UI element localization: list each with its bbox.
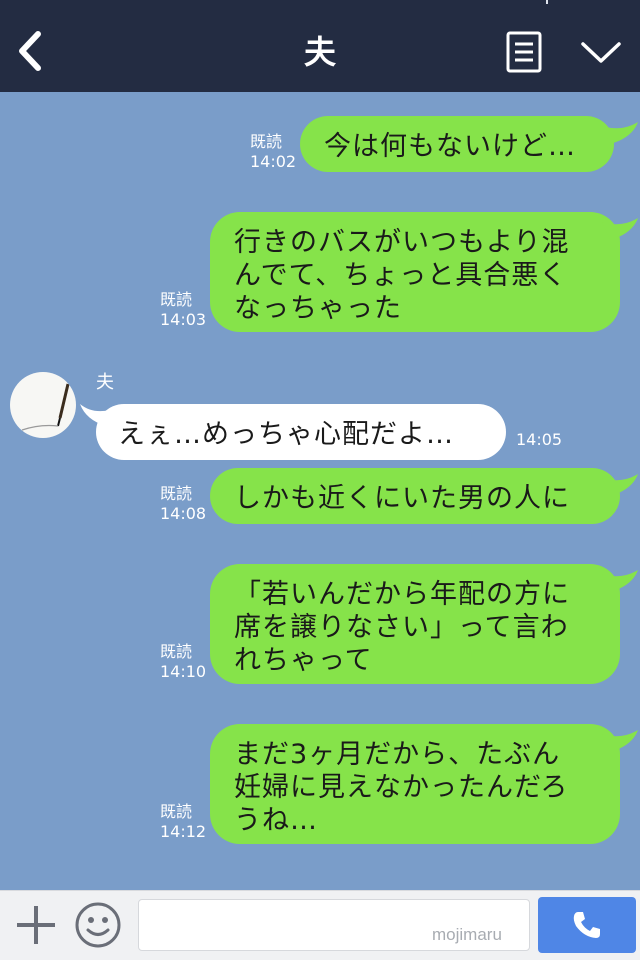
sender-name: 夫 [96, 372, 114, 393]
message-meta: 既読 14:08 [160, 484, 206, 524]
chat-header: 夫 [0, 0, 640, 92]
outgoing-message-bubble[interactable]: 今は何もないけど… [300, 116, 614, 172]
message-meta: 既読 14:12 [160, 802, 206, 842]
bubble-tail [602, 570, 638, 592]
back-button[interactable] [12, 28, 48, 74]
message-meta: 既読 14:10 [160, 642, 206, 682]
chevron-down-icon [581, 42, 621, 63]
watermark-text: mojimaru [432, 925, 502, 944]
phone-icon [573, 912, 600, 938]
status-bar-fragment [546, 0, 548, 4]
message-time: 14:02 [250, 152, 297, 171]
input-bar: mojimaru [0, 890, 640, 960]
bubble-tail [602, 474, 638, 496]
outgoing-message-bubble[interactable]: 「若いんだから年配の方に 席を譲りなさい」って言わ れちゃって [210, 564, 620, 684]
call-button[interactable] [538, 897, 636, 953]
emoji-button[interactable] [74, 901, 122, 949]
read-receipt: 既読 [160, 290, 193, 309]
message-time: 14:08 [160, 504, 207, 523]
outgoing-message-bubble[interactable]: しかも近くにいた男の人に [210, 468, 620, 524]
avatar[interactable] [10, 372, 76, 438]
bubble-tail [602, 730, 638, 752]
message-time: 14:10 [160, 662, 207, 681]
smiley-icon [75, 902, 121, 948]
menu-lines-icon [506, 31, 542, 73]
menu-button[interactable] [504, 30, 544, 74]
bubble-tail [80, 404, 110, 426]
read-receipt: 既読 [160, 484, 193, 503]
read-receipt: 既読 [250, 132, 283, 151]
add-attachment-button[interactable] [14, 903, 58, 947]
message-time: 14:03 [160, 310, 207, 329]
read-receipt: 既読 [160, 802, 193, 821]
bubble-tail [602, 218, 638, 240]
read-receipt: 既読 [160, 642, 193, 661]
chevron-left-icon [19, 31, 41, 71]
message-list[interactable]: 既読 14:02 今は何もないけど… 既読 14:03 行きのバスがいつもより混… [0, 92, 640, 890]
collapse-button[interactable] [578, 36, 624, 70]
incoming-message-bubble[interactable]: えぇ…めっちゃ心配だよ… [96, 404, 506, 460]
message-meta: 既読 14:02 [250, 132, 296, 172]
message-meta: 既読 14:03 [160, 290, 206, 330]
outgoing-message-bubble[interactable]: 行きのバスがいつもより混 んでて、ちょっと具合悪く なっちゃった [210, 212, 620, 332]
pen-drawing-icon [21, 383, 70, 431]
bubble-tail [602, 122, 638, 144]
message-time: 14:05 [516, 430, 563, 449]
message-time: 14:12 [160, 822, 207, 841]
plus-icon [17, 906, 55, 944]
outgoing-message-bubble[interactable]: まだ3ヶ月だから、たぶん 妊婦に見えなかったんだろ うね… [210, 724, 620, 844]
chat-title: 夫 [303, 33, 336, 71]
